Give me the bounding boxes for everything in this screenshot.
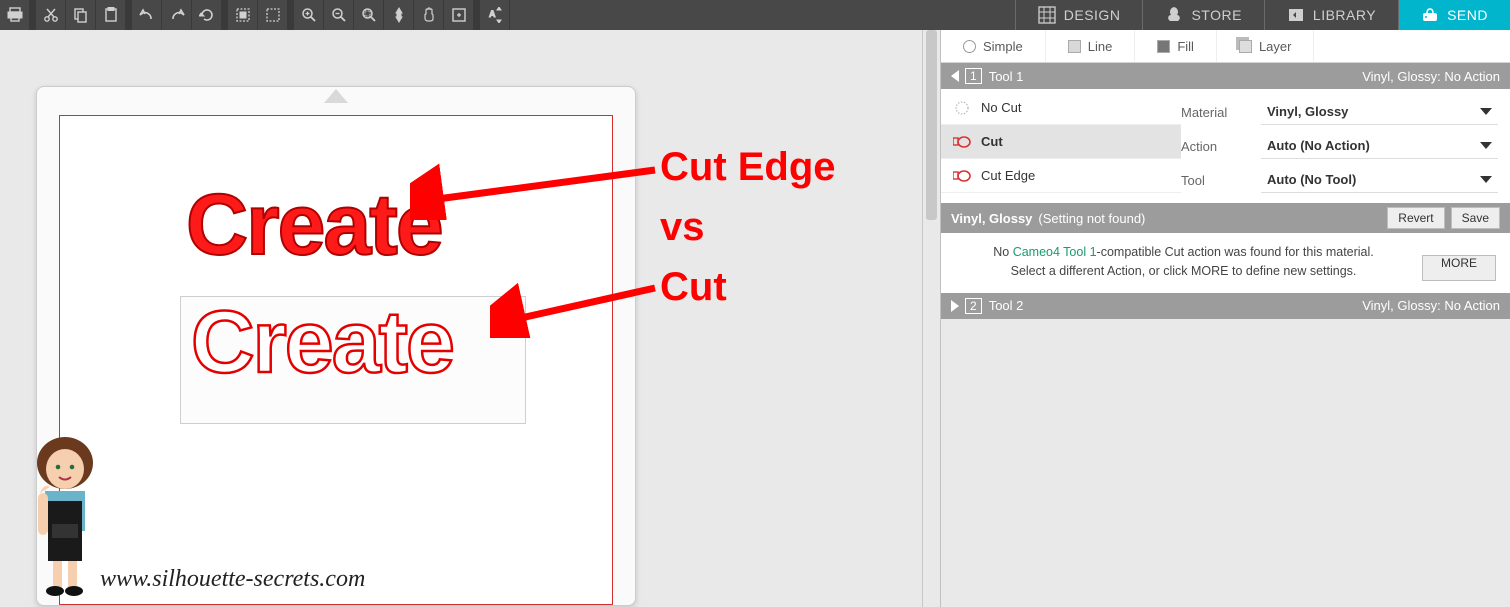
chevron-down-icon <box>1480 176 1492 183</box>
action-dropdown[interactable]: Auto (No Action) <box>1261 133 1498 159</box>
notfound-material: Vinyl, Glossy <box>951 211 1032 226</box>
tab-store-label: STORE <box>1191 7 1241 23</box>
subtab-line[interactable]: Line <box>1046 30 1136 62</box>
setting-notfound-bar: Vinyl, Glossy (Setting not found) Revert… <box>941 203 1510 233</box>
action-label: Action <box>1181 139 1251 154</box>
tab-send-label: SEND <box>1447 7 1488 23</box>
annotation-cut: Cut <box>660 265 727 310</box>
subtab-simple[interactable]: Simple <box>941 30 1046 62</box>
expand-right-icon <box>951 300 959 312</box>
zoom-area-icon[interactable] <box>354 0 384 30</box>
tab-store[interactable]: STORE <box>1142 0 1263 30</box>
tab-design-label: DESIGN <box>1064 7 1121 23</box>
tool1-header[interactable]: 1 Tool 1 Vinyl, Glossy: No Action <box>941 63 1510 89</box>
avatar-icon <box>20 429 110 599</box>
material-label: Material <box>1181 105 1251 120</box>
nav-tabs: DESIGN STORE LIBRARY SEND <box>1015 0 1510 30</box>
subtab-fill[interactable]: Fill <box>1135 30 1217 62</box>
warning-text: No Cameo4 Tool 1-compatible Cut action w… <box>955 243 1412 281</box>
refresh-icon[interactable] <box>192 0 222 30</box>
feed-arrow-icon <box>324 89 348 103</box>
tool2-header[interactable]: 2 Tool 2 Vinyl, Glossy: No Action <box>941 293 1510 319</box>
undo-icon[interactable] <box>132 0 162 30</box>
option-cut-label: Cut <box>981 134 1003 149</box>
fit-page-icon[interactable] <box>444 0 474 30</box>
zoom-selection-icon[interactable] <box>384 0 414 30</box>
subtab-layer[interactable]: Layer <box>1217 30 1315 62</box>
circle-icon <box>963 40 976 53</box>
pan-icon[interactable] <box>414 0 444 30</box>
revert-button[interactable]: Revert <box>1387 207 1444 229</box>
collapse-left-icon <box>951 70 959 82</box>
tab-library[interactable]: LIBRARY <box>1264 0 1398 30</box>
option-cutedge[interactable]: Cut Edge <box>941 159 1181 193</box>
canvas-area[interactable]: Create Create Cut Edge vs Cut <box>0 30 922 607</box>
cut-settings: Material Vinyl, Glossy Action Auto (No A… <box>1181 91 1510 197</box>
option-cut[interactable]: Cut <box>941 125 1181 159</box>
watermark: www.silhouette-secrets.com <box>100 566 365 593</box>
selection-box[interactable]: Create <box>180 296 526 424</box>
tool1-label: Tool 1 <box>989 69 1024 84</box>
tool2-number: 2 <box>965 298 982 314</box>
svg-text:A: A <box>489 9 496 19</box>
zoom-in-icon[interactable] <box>294 0 324 30</box>
material-dropdown[interactable]: Vinyl, Glossy <box>1261 99 1498 125</box>
marquee-icon[interactable] <box>258 0 288 30</box>
send-panel: Simple Line Fill Layer 1 Tool 1 Vinyl, G… <box>940 30 1510 607</box>
print-icon[interactable] <box>0 0 30 30</box>
square-outline-icon <box>1068 40 1081 53</box>
redo-icon[interactable] <box>162 0 192 30</box>
design-page: Create Create <box>59 115 613 605</box>
square-fill-icon <box>1157 40 1170 53</box>
chevron-down-icon <box>1480 142 1492 149</box>
tool-link[interactable]: Cameo4 Tool 1 <box>1013 245 1097 259</box>
zoom-out-icon[interactable] <box>324 0 354 30</box>
top-toolbar: A DESIGN STORE LIBRARY SEND <box>0 0 1510 30</box>
design-text-1[interactable]: Create <box>186 176 442 275</box>
text-direction-icon[interactable]: A <box>480 0 510 30</box>
select-all-icon[interactable] <box>228 0 258 30</box>
tool-label: Tool <box>1181 173 1251 188</box>
design-text-2: Create <box>191 291 453 393</box>
layers-icon <box>1239 40 1252 53</box>
chevron-down-icon <box>1480 108 1492 115</box>
subtab-simple-label: Simple <box>983 39 1023 54</box>
vertical-scrollbar[interactable] <box>922 30 940 607</box>
option-nocut-label: No Cut <box>981 100 1021 115</box>
option-cutedge-label: Cut Edge <box>981 168 1035 183</box>
notfound-text: (Setting not found) <box>1038 211 1145 226</box>
tool1-status: Vinyl, Glossy: No Action <box>1362 69 1500 84</box>
paste-icon[interactable] <box>96 0 126 30</box>
more-button[interactable]: MORE <box>1422 255 1496 281</box>
warning-message: No Cameo4 Tool 1-compatible Cut action w… <box>941 233 1510 293</box>
annotation-vs: vs <box>660 205 705 250</box>
copy-icon[interactable] <box>66 0 96 30</box>
tool2-status: Vinyl, Glossy: No Action <box>1362 298 1500 313</box>
tool-dropdown[interactable]: Auto (No Tool) <box>1261 167 1498 193</box>
cut-options: No Cut Cut Cut Edge <box>941 91 1181 197</box>
subtab-layer-label: Layer <box>1259 39 1292 54</box>
tab-library-label: LIBRARY <box>1313 7 1376 23</box>
annotation-cutedge: Cut Edge <box>660 145 836 190</box>
tool2-label: Tool 2 <box>989 298 1024 313</box>
cut-tool-icon[interactable] <box>36 0 66 30</box>
tab-design[interactable]: DESIGN <box>1015 0 1143 30</box>
tool1-number: 1 <box>965 68 982 84</box>
cutting-mat: Create Create <box>36 86 636 606</box>
save-button[interactable]: Save <box>1451 207 1500 229</box>
subtab-line-label: Line <box>1088 39 1113 54</box>
option-nocut[interactable]: No Cut <box>941 91 1181 125</box>
tab-send[interactable]: SEND <box>1398 0 1510 30</box>
send-subtabs: Simple Line Fill Layer <box>941 30 1510 63</box>
toolbar-left: A <box>0 0 510 30</box>
tool1-body: No Cut Cut Cut Edge Material Vinyl, Glos… <box>941 89 1510 203</box>
subtab-fill-label: Fill <box>1177 39 1194 54</box>
